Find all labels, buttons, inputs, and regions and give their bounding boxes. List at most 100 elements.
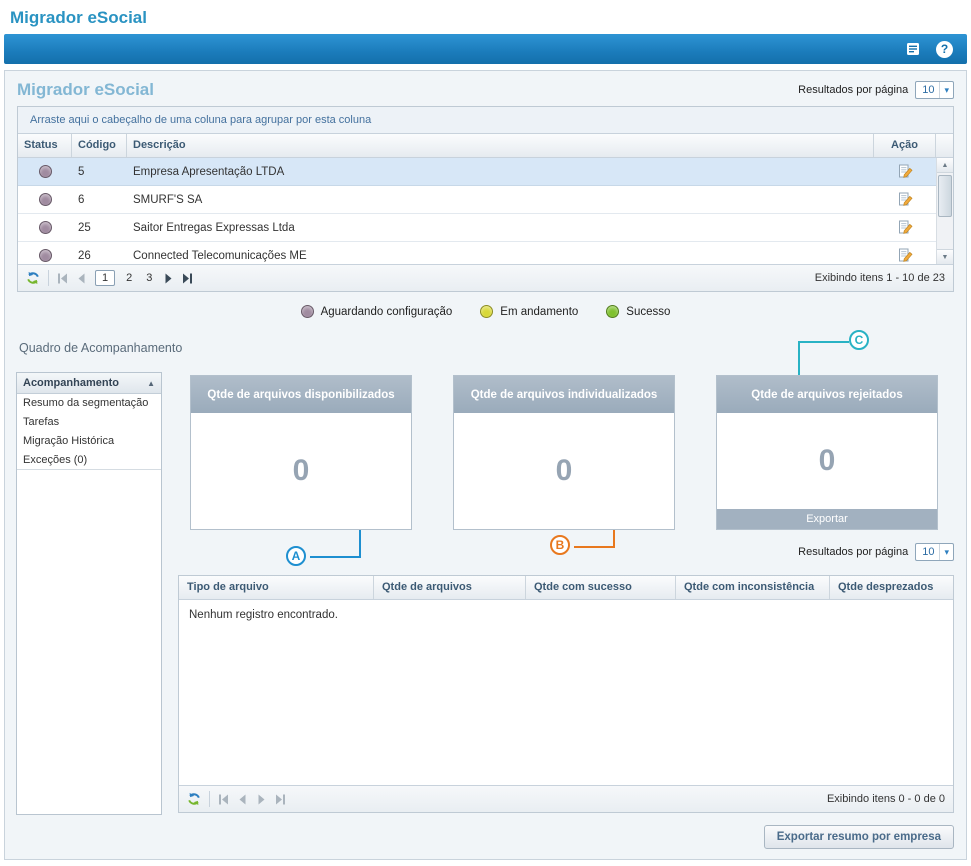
table-row[interactable]: 26 Connected Telecomunicações ME: [18, 242, 936, 264]
files-table-pagination: Exibindo itens 0 - 0 de 0: [179, 785, 953, 812]
scrollbar-thumb[interactable]: [938, 175, 952, 217]
files-table: Tipo de arquivo Qtde de arquivos Qtde co…: [178, 575, 954, 813]
results-per-page: Resultados por página 10 ▾: [798, 81, 954, 99]
row-descricao: Saitor Entregas Expressas Ltda: [127, 222, 874, 234]
page-number-3[interactable]: 3: [143, 271, 155, 285]
empty-message: Nenhum registro encontrado.: [179, 600, 953, 785]
scroll-up-icon[interactable]: ▲: [937, 158, 953, 173]
dropdown-arrow-icon: ▾: [939, 82, 953, 98]
header-scroll-spacer: [936, 134, 953, 157]
column-header-descricao[interactable]: Descrição: [127, 134, 874, 157]
vertical-scrollbar[interactable]: ▲ ▼: [936, 158, 953, 264]
companies-grid: Arraste aqui o cabeçalho de uma coluna p…: [17, 106, 954, 292]
results-per-page-label: Resultados por página: [798, 84, 908, 96]
main-panel: Migrador eSocial Resultados por página 1…: [4, 70, 967, 860]
card-arquivos-disponibilizados: Qtde de arquivos disponibilizados 0: [190, 375, 412, 530]
legend-item-sucesso: Sucesso: [606, 305, 670, 318]
callout-a-line: [310, 556, 361, 558]
files-table-header: Tipo de arquivo Qtde de arquivos Qtde co…: [179, 576, 953, 600]
next-page-icon[interactable]: [163, 273, 174, 284]
pager-separator: [48, 270, 49, 286]
column-header-qtde-inconsistencia[interactable]: Qtde com inconsistência: [676, 576, 830, 599]
sidebar-item-resumo-segmentacao[interactable]: Resumo da segmentação: [17, 394, 161, 413]
grid-pagination: 1 2 3 Exibindo itens 1 - 10 de 23: [18, 264, 953, 291]
row-codigo: 25: [72, 222, 127, 234]
exportar-button[interactable]: Exportar: [717, 509, 937, 529]
edit-icon[interactable]: [898, 248, 913, 263]
table-row[interactable]: 6 SMURF'S SA: [18, 186, 936, 214]
app-title: Migrador eSocial: [0, 0, 971, 34]
last-page-icon[interactable]: [182, 273, 193, 284]
accordion-header[interactable]: Acompanhamento ▲: [17, 373, 161, 394]
status-circle: [39, 249, 52, 262]
legend-dot-aguardando: [301, 305, 314, 318]
grid-body: 5 Empresa Apresentação LTDA 6: [18, 158, 953, 264]
card-value: 0: [717, 413, 937, 509]
scroll-down-icon[interactable]: ▼: [937, 249, 953, 264]
card-arquivos-rejeitados: Qtde de arquivos rejeitados 0 Exportar: [716, 375, 938, 530]
refresh-icon[interactable]: [26, 271, 40, 285]
status-circle: [39, 193, 52, 206]
callout-a: A: [286, 546, 306, 566]
last-page-icon[interactable]: [275, 794, 286, 805]
help-icon[interactable]: ?: [936, 41, 953, 58]
column-header-qtde-desprezados[interactable]: Qtde desprezados: [830, 576, 953, 599]
card-title: Qtde de arquivos disponibilizados: [191, 376, 411, 413]
accordion-title: Acompanhamento: [23, 377, 119, 389]
table-row[interactable]: 25 Saitor Entregas Expressas Ltda: [18, 214, 936, 242]
page-number-2[interactable]: 2: [123, 271, 135, 285]
page-size-select[interactable]: 10 ▾: [915, 543, 954, 561]
column-header-qtde-arquivos[interactable]: Qtde de arquivos: [374, 576, 526, 599]
card-title: Qtde de arquivos individualizados: [454, 376, 674, 413]
sidebar-item-migracao-historica[interactable]: Migração Histórica: [17, 432, 161, 451]
column-header-acao[interactable]: Ação: [874, 134, 936, 157]
results-per-page-files: Resultados por página 10 ▾: [798, 543, 954, 561]
status-legend: Aguardando configuração Em andamento Suc…: [5, 292, 966, 327]
legend-label: Aguardando configuração: [321, 306, 453, 318]
pagination-summary: Exibindo itens 0 - 0 de 0: [827, 793, 945, 805]
chevron-up-icon: ▲: [147, 379, 155, 388]
column-header-codigo[interactable]: Código: [72, 134, 127, 157]
first-page-icon[interactable]: [57, 273, 68, 284]
card-value: 0: [454, 413, 674, 529]
row-descricao: Connected Telecomunicações ME: [127, 250, 874, 262]
column-header-tipo-arquivo[interactable]: Tipo de arquivo: [179, 576, 374, 599]
export-resumo-button[interactable]: Exportar resumo por empresa: [764, 825, 954, 849]
table-row[interactable]: 5 Empresa Apresentação LTDA: [18, 158, 936, 186]
callout-b-line: [574, 546, 615, 548]
page-size-select[interactable]: 10 ▾: [915, 81, 954, 99]
page-size-value: 10: [922, 546, 934, 558]
prev-page-icon[interactable]: [76, 273, 87, 284]
page-number-current[interactable]: 1: [95, 270, 115, 286]
sidebar-item-excecoes[interactable]: Exceções (0): [17, 451, 161, 470]
column-header-status[interactable]: Status: [18, 134, 72, 157]
pager-separator: [209, 791, 210, 807]
prev-page-icon[interactable]: [237, 794, 248, 805]
callout-b: B: [550, 535, 570, 555]
row-codigo: 26: [72, 250, 127, 262]
report-icon[interactable]: [904, 40, 922, 58]
edit-icon[interactable]: [898, 220, 913, 235]
accordion-panel: Acompanhamento ▲ Resumo da segmentação T…: [16, 372, 162, 815]
row-descricao: SMURF'S SA: [127, 194, 874, 206]
legend-item-andamento: Em andamento: [480, 305, 578, 318]
group-by-bar[interactable]: Arraste aqui o cabeçalho de uma coluna p…: [18, 107, 953, 134]
column-header-qtde-sucesso[interactable]: Qtde com sucesso: [526, 576, 676, 599]
edit-icon[interactable]: [898, 192, 913, 207]
first-page-icon[interactable]: [218, 794, 229, 805]
callout-b-line: [613, 530, 615, 548]
legend-dot-andamento: [480, 305, 493, 318]
refresh-icon[interactable]: [187, 792, 201, 806]
next-page-icon[interactable]: [256, 794, 267, 805]
card-value: 0: [191, 413, 411, 529]
page-title: Migrador eSocial: [17, 80, 154, 100]
legend-dot-sucesso: [606, 305, 619, 318]
row-codigo: 5: [72, 166, 127, 178]
edit-icon[interactable]: [898, 164, 913, 179]
sidebar-item-tarefas[interactable]: Tarefas: [17, 413, 161, 432]
pagination-summary: Exibindo itens 1 - 10 de 23: [815, 272, 945, 284]
row-descricao: Empresa Apresentação LTDA: [127, 166, 874, 178]
page-size-value: 10: [922, 84, 934, 96]
callout-c-line: [798, 341, 849, 343]
status-circle: [39, 221, 52, 234]
